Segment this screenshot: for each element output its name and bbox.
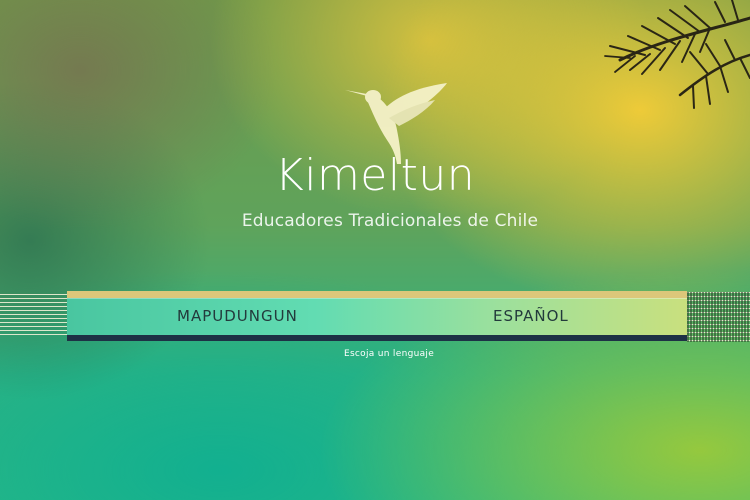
brand-subtitle: Educadores Tradicionales de Chile bbox=[241, 211, 539, 231]
bar-bottom-stripe bbox=[67, 335, 687, 341]
language-option-mapudungun[interactable]: MAPUDUNGUN bbox=[177, 298, 298, 335]
brand-name: Kimeltun bbox=[274, 150, 476, 201]
language-selector-bar: MAPUDUNGUN ESPAÑOL bbox=[67, 291, 687, 342]
stripes-decoration-right bbox=[686, 292, 750, 342]
bar-main bbox=[67, 298, 687, 337]
stripes-decoration-left bbox=[0, 294, 68, 338]
pine-branch-decoration bbox=[604, 0, 750, 109]
language-option-espanol[interactable]: ESPAÑOL bbox=[493, 298, 569, 335]
bar-top-stripe bbox=[67, 291, 687, 298]
language-hint: Escoja un lenguaje bbox=[343, 349, 435, 359]
